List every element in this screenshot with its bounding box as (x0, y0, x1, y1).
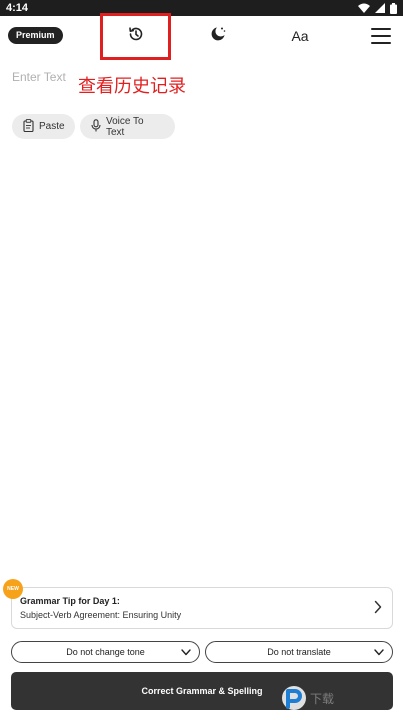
tip-title: Grammar Tip for Day 1: (20, 596, 120, 606)
text-input[interactable] (12, 68, 72, 86)
status-icons (358, 2, 397, 14)
voice-label: Voice To Text (106, 115, 144, 138)
paste-icon (23, 118, 34, 135)
tip-subtitle: Subject-Verb Agreement: Ensuring Unity (20, 610, 182, 620)
menu-icon[interactable] (371, 28, 391, 44)
history-button[interactable] (100, 13, 171, 60)
top-bar: Premium Aa (0, 13, 403, 60)
chevron-right-icon (374, 600, 382, 619)
menu-line (371, 42, 391, 44)
chevron-down-icon (181, 648, 191, 658)
moon-stars-icon (209, 25, 227, 48)
menu-line (371, 28, 391, 30)
history-icon (127, 25, 145, 48)
paste-button[interactable]: Paste (12, 114, 75, 139)
status-bar: 4:14 (0, 0, 403, 16)
microphone-icon (91, 118, 101, 135)
voice-to-text-button[interactable]: Voice To Text (80, 114, 175, 139)
watermark-text: 下载 (310, 692, 335, 706)
dark-mode-button[interactable] (207, 25, 229, 47)
app-screen: 4:14 Premium Aa Enter Text 查看历史记录 Paste … (0, 0, 403, 720)
translate-dropdown[interactable]: Do not translate (205, 641, 393, 663)
grammar-tip-card[interactable]: Grammar Tip for Day 1: Subject-Verb Agre… (11, 587, 393, 629)
wifi-icon (358, 3, 370, 13)
history-annotation: 查看历史记录 (78, 76, 186, 97)
battery-icon (390, 2, 397, 14)
chevron-down-icon (374, 648, 384, 658)
watermark-logo-icon (282, 686, 306, 710)
tone-selected: Do not change tone (66, 647, 145, 657)
tone-dropdown[interactable]: Do not change tone (11, 641, 200, 663)
menu-line (371, 35, 391, 37)
paste-label: Paste (39, 121, 65, 132)
new-badge: NEW (3, 579, 23, 599)
translate-selected: Do not translate (267, 647, 331, 657)
status-time: 4:14 (6, 2, 29, 14)
signal-icon (375, 3, 385, 13)
premium-button[interactable]: Premium (8, 27, 63, 44)
font-size-button[interactable]: Aa (289, 26, 311, 46)
correct-grammar-label: Correct Grammar & Spelling (141, 686, 263, 696)
watermark: 下载 (280, 684, 395, 712)
